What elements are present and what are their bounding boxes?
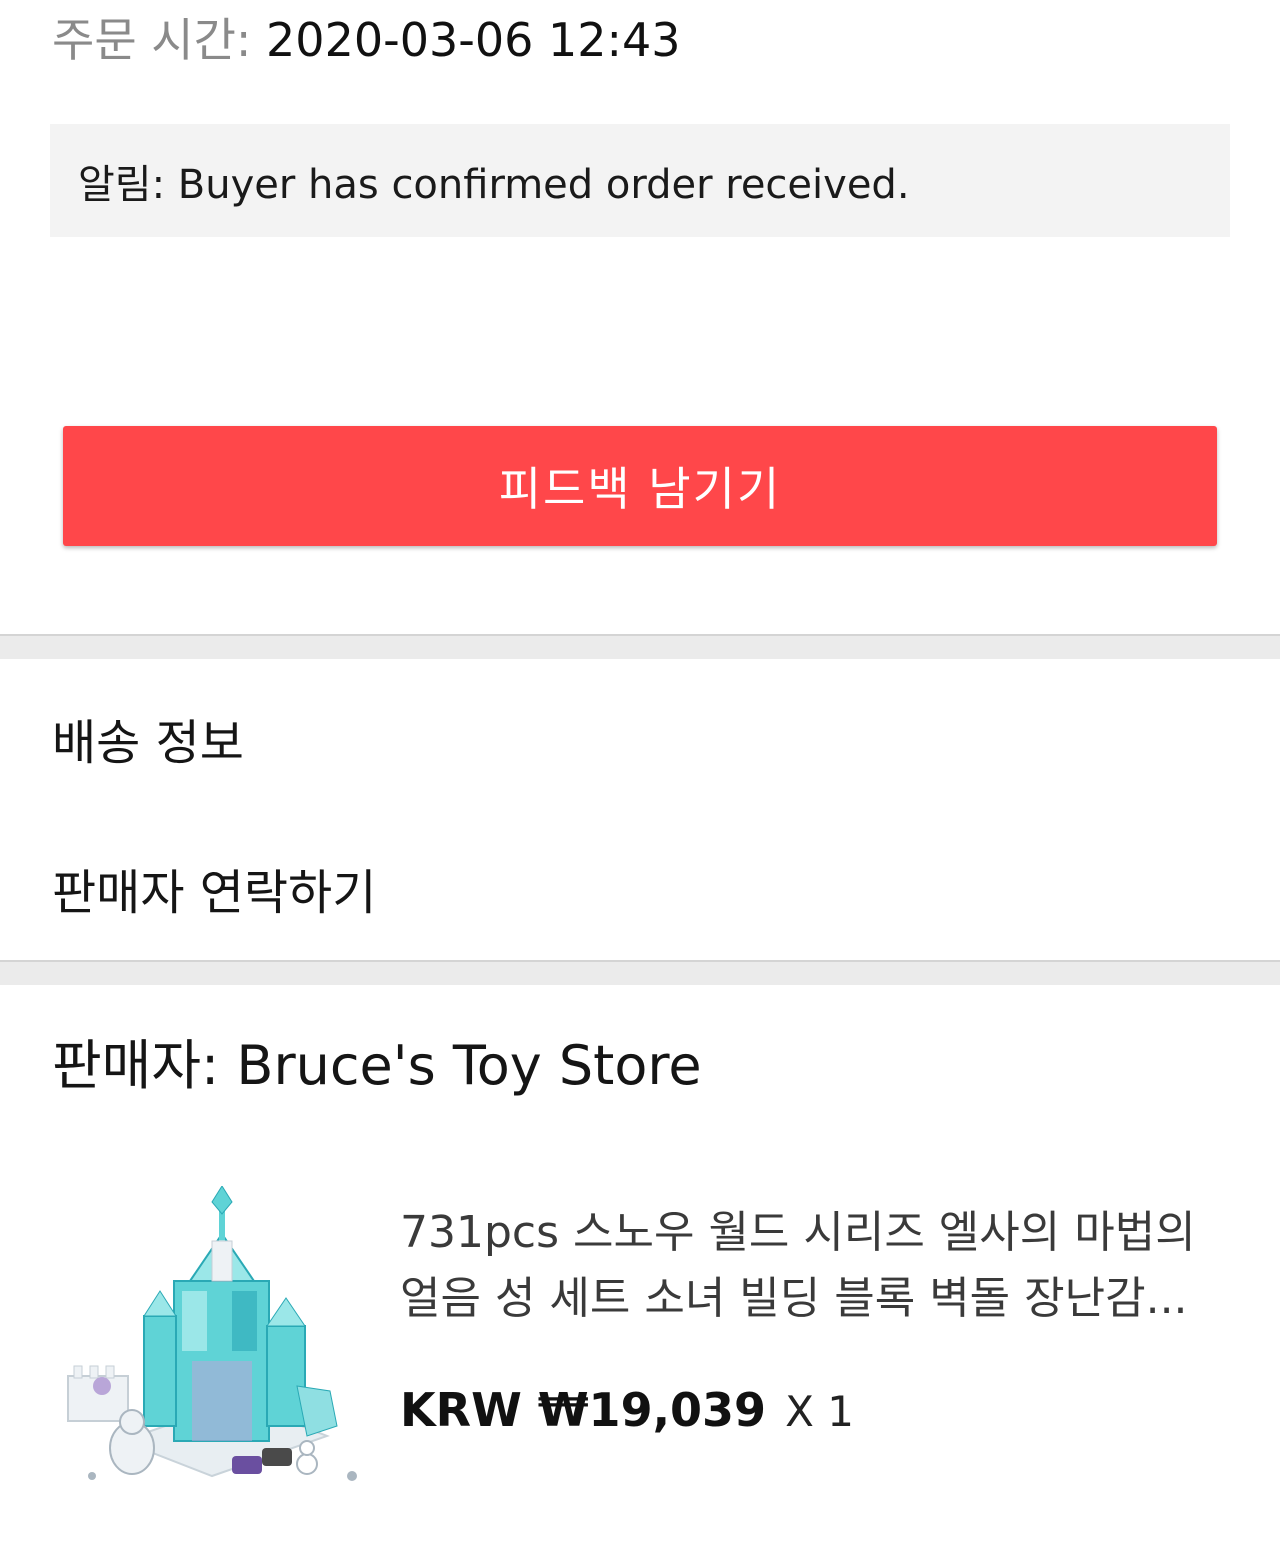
order-time-value: 2020-03-06 12:43 (266, 13, 681, 67)
shipping-info-item[interactable]: 배송 정보 (0, 668, 1280, 808)
product-price: KRW ₩19,039 (400, 1383, 767, 1437)
contact-seller-item[interactable]: 판매자 연락하기 (0, 818, 1280, 958)
order-status-notice: 알림: Buyer has confirmed order received. (50, 124, 1230, 237)
leave-feedback-button[interactable]: 피드백 남기기 (63, 426, 1217, 546)
section-divider (0, 960, 1280, 985)
contact-seller-label: 판매자 연락하기 (52, 865, 377, 921)
section-divider (0, 634, 1280, 659)
seller-name: 판매자: Bruce's Toy Store (52, 1034, 702, 1097)
ice-castle-toy-image (67, 1185, 357, 1481)
product-quantity: X 1 (785, 1387, 855, 1436)
order-time-label: 주문 시간: (52, 13, 252, 67)
product-title-line2: 얼음 성 세트 소녀 빌딩 블록 벽돌 장난감... (400, 1273, 1188, 1324)
order-time: 주문 시간: 2020-03-06 12:43 (52, 12, 681, 68)
product-title[interactable]: 731pcs 스노우 월드 시리즈 엘사의 마법의 얼음 성 세트 소녀 빌딩 … (400, 1200, 1200, 1332)
notice-text: 알림: Buyer has confirmed order received. (78, 161, 910, 208)
price-row: KRW ₩19,039 X 1 (400, 1380, 854, 1451)
shipping-info-label: 배송 정보 (52, 715, 244, 771)
product-image[interactable] (62, 1185, 362, 1498)
product-title-line1: 731pcs 스노우 월드 시리즈 엘사의 마법의 (400, 1207, 1196, 1258)
